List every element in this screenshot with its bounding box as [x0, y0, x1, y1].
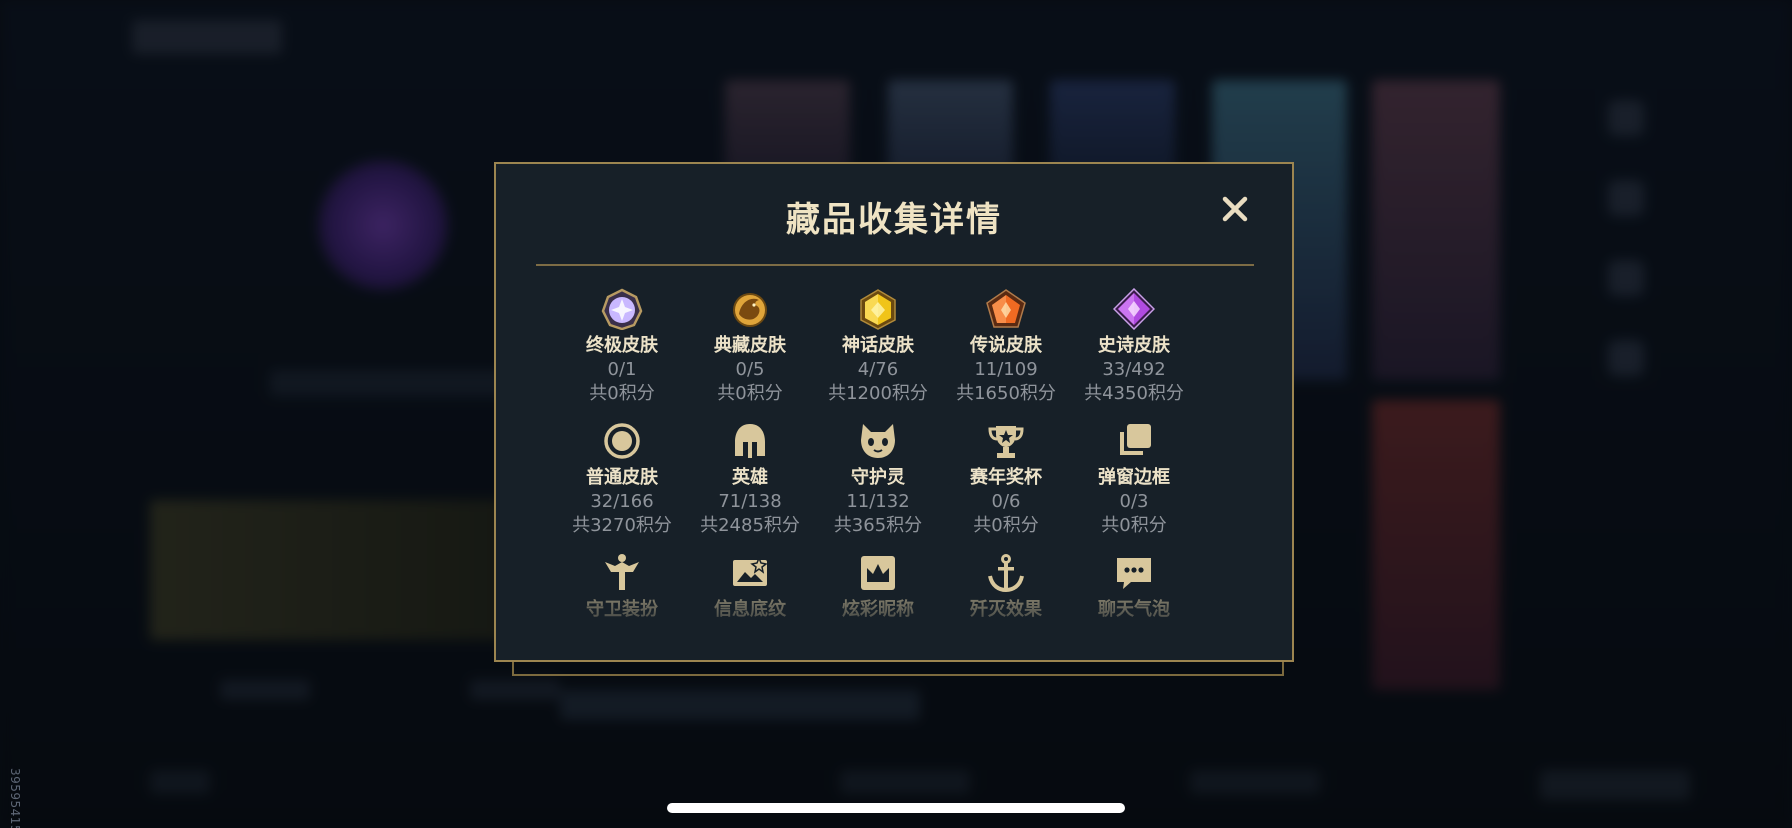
- item-count: 32/166: [590, 491, 654, 512]
- item-name: 普通皮肤: [586, 467, 658, 488]
- modal-frame-shadow: [512, 660, 1284, 676]
- normal-skin-circle-icon: [601, 420, 643, 462]
- close-button[interactable]: [1218, 192, 1252, 226]
- home-indicator[interactable]: [667, 803, 1125, 813]
- item-count: 0/3: [1119, 491, 1149, 512]
- item-name: 歼灭效果: [970, 599, 1042, 620]
- title-divider: [536, 264, 1254, 266]
- collection-item[interactable]: 赛年奖杯 0/6 共0积分: [942, 420, 1070, 552]
- collection-item[interactable]: 炫彩昵称: [814, 552, 942, 660]
- guardian-pet-icon: [857, 420, 899, 462]
- collection-item[interactable]: 聊天气泡: [1070, 552, 1198, 660]
- screen: 39595415 藏品收集详情 终极皮肤 0/1 共0积分 典藏皮肤 0/5 共0积分 …: [0, 0, 1792, 828]
- collection-details-dialog: 藏品收集详情 终极皮肤 0/1 共0积分 典藏皮肤 0/5 共0积分 神话皮肤 4/76 共…: [494, 162, 1294, 662]
- item-name: 史诗皮肤: [1098, 335, 1170, 356]
- item-count: 71/138: [718, 491, 782, 512]
- collection-item[interactable]: 传说皮肤 11/109 共1650积分: [942, 288, 1070, 420]
- popup-frame-icon: [1113, 420, 1155, 462]
- item-name: 神话皮肤: [842, 335, 914, 356]
- item-name: 终极皮肤: [586, 335, 658, 356]
- item-name: 弹窗边框: [1098, 467, 1170, 488]
- item-name: 传说皮肤: [970, 335, 1042, 356]
- legendary-skin-gem-icon: [985, 288, 1027, 330]
- item-points: 共4350积分: [1084, 383, 1184, 404]
- item-name: 英雄: [732, 467, 768, 488]
- champion-helmet-icon: [729, 420, 771, 462]
- item-points: 共0积分: [717, 383, 783, 404]
- item-points: 共365积分: [833, 515, 923, 536]
- collection-item[interactable]: 典藏皮肤 0/5 共0积分: [686, 288, 814, 420]
- item-count: 11/132: [846, 491, 910, 512]
- ward-skin-icon: [601, 552, 643, 594]
- item-points: 共1650积分: [956, 383, 1056, 404]
- collection-item[interactable]: 信息底纹: [686, 552, 814, 660]
- item-points: 共2485积分: [700, 515, 800, 536]
- item-count: 4/76: [857, 359, 899, 380]
- info-banner-icon: [729, 552, 771, 594]
- collection-row: 守卫装扮 信息底纹 炫彩昵称 歼灭效果 聊天气泡: [558, 552, 1208, 660]
- item-count: 0/6: [991, 491, 1021, 512]
- collection-item[interactable]: 终极皮肤 0/1 共0积分: [558, 288, 686, 420]
- collection-row: 终极皮肤 0/1 共0积分 典藏皮肤 0/5 共0积分 神话皮肤 4/76 共1200积分 …: [558, 288, 1208, 420]
- prestige-skin-dragon-icon: [729, 288, 771, 330]
- collection-item[interactable]: 守护灵 11/132 共365积分: [814, 420, 942, 552]
- side-id-text: 39595415: [8, 768, 22, 828]
- item-name: 守护灵: [851, 467, 905, 488]
- collection-item[interactable]: 守卫装扮: [558, 552, 686, 660]
- colorful-nickname-crown-icon: [857, 552, 899, 594]
- season-trophy-icon: [985, 420, 1027, 462]
- close-icon[interactable]: [1218, 192, 1252, 226]
- item-name: 信息底纹: [714, 599, 786, 620]
- mythic-skin-gem-icon: [857, 288, 899, 330]
- item-points: 共0积分: [1101, 515, 1167, 536]
- elimination-effect-anchor-icon: [985, 552, 1027, 594]
- collection-item[interactable]: 弹窗边框 0/3 共0积分: [1070, 420, 1198, 552]
- item-count: 11/109: [974, 359, 1038, 380]
- dialog-title: 藏品收集详情: [786, 200, 1002, 240]
- collection-item[interactable]: 史诗皮肤 33/492 共4350积分: [1070, 288, 1198, 420]
- item-name: 赛年奖杯: [970, 467, 1042, 488]
- collection-item[interactable]: 神话皮肤 4/76 共1200积分: [814, 288, 942, 420]
- collection-row: 普通皮肤 32/166 共3270积分 英雄 71/138 共2485积分 守护灵 11/…: [558, 420, 1208, 552]
- item-count: 0/5: [735, 359, 765, 380]
- item-name: 守卫装扮: [586, 599, 658, 620]
- item-count: 0/1: [607, 359, 637, 380]
- collection-grid: 终极皮肤 0/1 共0积分 典藏皮肤 0/5 共0积分 神话皮肤 4/76 共1200积分 …: [558, 288, 1208, 660]
- collection-item[interactable]: 普通皮肤 32/166 共3270积分: [558, 420, 686, 552]
- item-points: 共3270积分: [572, 515, 672, 536]
- collection-item[interactable]: 歼灭效果: [942, 552, 1070, 660]
- chat-bubble-icon: [1113, 552, 1155, 594]
- ultimate-skin-gem-icon: [601, 288, 643, 330]
- collection-item[interactable]: 英雄 71/138 共2485积分: [686, 420, 814, 552]
- epic-skin-gem-icon: [1113, 288, 1155, 330]
- item-points: 共0积分: [589, 383, 655, 404]
- item-name: 炫彩昵称: [842, 599, 914, 620]
- item-name: 典藏皮肤: [714, 335, 786, 356]
- item-points: 共0积分: [973, 515, 1039, 536]
- item-count: 33/492: [1102, 359, 1166, 380]
- item-name: 聊天气泡: [1098, 599, 1170, 620]
- item-points: 共1200积分: [828, 383, 928, 404]
